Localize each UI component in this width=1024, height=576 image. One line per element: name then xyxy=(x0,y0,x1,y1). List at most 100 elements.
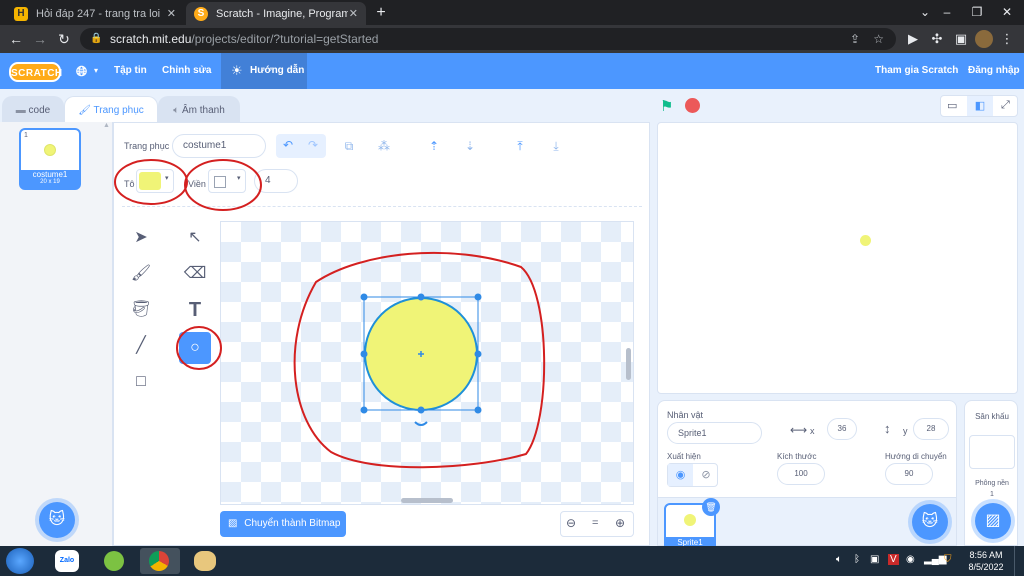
choose-sprite-button[interactable]: 🐱︎ xyxy=(912,504,948,540)
window-close-icon[interactable]: ✕ xyxy=(990,0,1024,25)
extension-arrow-icon[interactable]: ▶ xyxy=(904,30,922,48)
taskbar-chrome[interactable] xyxy=(140,548,180,574)
group-icon[interactable]: ⧉ xyxy=(337,135,361,157)
clock-date[interactable]: 8/5/2022 xyxy=(962,562,1010,572)
brush-tool-icon[interactable]: 🖌︎ xyxy=(125,258,157,290)
tray-v-icon[interactable]: V xyxy=(888,554,899,565)
cat-plus-icon: 🐱︎ xyxy=(48,511,66,528)
sign-in-link[interactable]: Đăng nhập xyxy=(968,53,1020,89)
costume-index: 1 xyxy=(24,132,28,139)
show-desktop-button[interactable] xyxy=(1014,546,1024,576)
back-arrow-icon[interactable]: ← xyxy=(7,30,25,48)
sprite-name-input[interactable]: Sprite1 xyxy=(667,422,762,444)
eraser-tool-icon[interactable]: ⌫ xyxy=(179,258,211,290)
profile-avatar[interactable] xyxy=(975,30,993,48)
choose-backdrop-button[interactable]: ▨ xyxy=(975,503,1011,539)
text-tool-icon[interactable]: T xyxy=(179,294,211,326)
canvas-drawing xyxy=(293,251,631,503)
costume-name-label: Trang phục xyxy=(124,141,170,151)
green-flag-icon[interactable]: ⚑ xyxy=(660,97,676,115)
side-panel-icon[interactable]: ▣ xyxy=(952,30,970,48)
convert-to-bitmap-button[interactable]: ▨ Chuyển thành Bitmap xyxy=(220,511,346,537)
forward-arrow-icon[interactable]: → xyxy=(31,30,49,48)
maximize-icon[interactable]: ❐ xyxy=(960,0,994,25)
star-icon[interactable]: ☆ xyxy=(873,28,884,50)
share-icon[interactable]: ⇪ xyxy=(850,28,860,50)
zoom-reset-button[interactable]: = xyxy=(592,517,598,529)
rectangle-tool-icon[interactable]: □ xyxy=(125,366,157,398)
fill-tool-icon[interactable]: 🪣︎ xyxy=(125,294,157,326)
browser-tab-scratch[interactable]: S Scratch - Imagine, Program, Share ✕ xyxy=(186,2,366,25)
undo-icon[interactable]: ↶ xyxy=(276,134,300,156)
costume-name-input[interactable]: costume1 xyxy=(172,134,266,158)
menu-edit[interactable]: Chỉnh sửa xyxy=(162,53,211,89)
normal-stage-icon[interactable]: ◧ xyxy=(967,96,993,116)
select-tool-icon[interactable]: ➤ xyxy=(125,222,157,254)
costume-tile[interactable]: 1 costume1 20 x 19 xyxy=(19,128,81,190)
outline-color-picker[interactable]: ▾ xyxy=(208,169,246,193)
browser-toolbar: ← → ↻ 🔒 scratch.mit.edu/projects/editor/… xyxy=(0,25,1024,53)
globe-icon[interactable]: 🌐︎ xyxy=(76,53,87,89)
paint-canvas[interactable] xyxy=(220,221,634,505)
tray-chrome-icon[interactable]: ◉ xyxy=(906,554,915,565)
menu-tutorial[interactable]: ☀ Hướng dẫn xyxy=(221,53,307,89)
forward-icon[interactable]: ⇡ xyxy=(422,135,446,157)
circle-tool-icon[interactable]: ○ xyxy=(179,332,211,364)
menu-file[interactable]: Tập tin xyxy=(114,53,147,89)
tray-app-icon[interactable]: ▣ xyxy=(870,554,879,565)
plus-icon[interactable]: + xyxy=(372,4,390,22)
backward-icon[interactable]: ⇣ xyxy=(458,135,482,157)
address-bar[interactable]: 🔒 scratch.mit.edu/projects/editor/?tutor… xyxy=(80,28,896,50)
direction-input[interactable]: 90 xyxy=(885,463,933,485)
scroll-up-arrow-icon[interactable]: ▲ xyxy=(103,122,111,134)
redo-icon[interactable]: ↷ xyxy=(301,134,325,156)
x-input[interactable]: 36 xyxy=(827,418,857,440)
taskbar-paint[interactable] xyxy=(186,548,226,574)
stage-sprite[interactable] xyxy=(860,235,871,246)
choose-costume-button[interactable]: 🐱︎ xyxy=(39,502,75,538)
y-input[interactable]: 28 xyxy=(913,418,949,440)
clock-time[interactable]: 8:56 AM xyxy=(962,550,1010,560)
close-icon[interactable]: ✕ xyxy=(167,7,176,20)
tab-code[interactable]: ▬ code xyxy=(2,96,64,124)
front-icon[interactable]: ⤒ xyxy=(508,135,532,157)
back-icon[interactable]: ⤓ xyxy=(544,135,568,157)
eye-off-icon[interactable]: ⊘ xyxy=(694,464,718,486)
zoom-in-icon[interactable]: ⊕ xyxy=(615,516,625,530)
backdrop-thumbnail xyxy=(969,435,1015,469)
taskbar-zalo[interactable]: Zalo xyxy=(48,548,88,574)
reshape-tool-icon[interactable]: ↖ xyxy=(179,222,211,254)
outline-width-input[interactable]: 4 xyxy=(254,169,298,193)
small-stage-icon[interactable]: ▭ xyxy=(947,99,957,112)
fill-color-picker[interactable]: ▾ xyxy=(136,169,174,193)
minimize-icon[interactable]: – xyxy=(930,0,964,25)
bluetooth-icon[interactable]: ᛒ xyxy=(854,554,860,565)
tab-costumes[interactable]: 🖌︎ Trang phục xyxy=(64,96,158,124)
taskbar-app-2[interactable] xyxy=(96,548,136,574)
eye-icon[interactable]: ◉ xyxy=(668,464,693,486)
fullscreen-icon[interactable]: ⤢ xyxy=(1001,99,1010,112)
stage[interactable] xyxy=(657,122,1018,394)
join-scratch-link[interactable]: Tham gia Scratch xyxy=(875,53,958,89)
close-icon[interactable]: ✕ xyxy=(349,7,358,20)
shield-icon[interactable]: ⛉ xyxy=(944,554,952,565)
line-tool-icon[interactable]: ╱ xyxy=(125,330,157,362)
more-menu-icon[interactable]: ⋮ xyxy=(998,30,1016,48)
tab-sounds[interactable]: 🔈︎ Âm thanh xyxy=(158,96,240,124)
start-button[interactable] xyxy=(6,548,34,574)
stage-target-panel[interactable]: Sân khấu Phông nền 1 ▨ xyxy=(964,400,1018,546)
rotate-handle-icon[interactable] xyxy=(414,421,428,426)
ungroup-icon[interactable]: ⁂ xyxy=(372,135,396,157)
reload-icon[interactable]: ↻ xyxy=(55,30,73,48)
zoom-out-icon[interactable]: ⊖ xyxy=(566,516,576,530)
costume-list: 1 costume1 20 x 19 ▲ 🐱︎ xyxy=(0,122,113,546)
vertical-scrollbar[interactable] xyxy=(626,348,631,380)
stop-icon[interactable] xyxy=(685,98,700,113)
puzzle-icon[interactable]: ✣ xyxy=(928,30,946,48)
size-input[interactable]: 100 xyxy=(777,463,825,485)
trash-icon[interactable]: 🗑︎ xyxy=(702,498,720,516)
scratch-logo[interactable]: SCRATCH xyxy=(9,62,62,82)
horizontal-scrollbar[interactable] xyxy=(401,498,453,503)
browser-tab-hoidap[interactable]: H Hỏi đáp 247 - trang tra loi ✕ xyxy=(6,2,184,25)
volume-icon[interactable]: 🔈︎ xyxy=(836,554,842,565)
